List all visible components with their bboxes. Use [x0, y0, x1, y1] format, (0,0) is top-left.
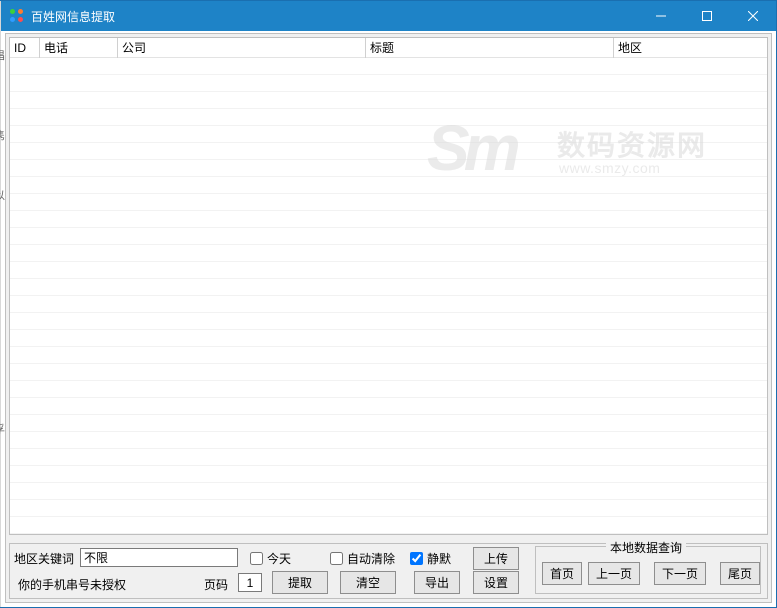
export-button[interactable]: 导出	[414, 571, 460, 594]
table-row	[10, 313, 767, 330]
table-row	[10, 381, 767, 398]
page-input[interactable]	[238, 573, 262, 592]
region-keyword-input[interactable]	[80, 548, 238, 567]
clear-button[interactable]: 清空	[340, 571, 396, 594]
close-button[interactable]	[730, 1, 776, 31]
today-checkbox-input[interactable]	[250, 552, 263, 565]
last-page-button[interactable]: 尾页	[720, 562, 760, 585]
pager-title: 本地数据查询	[606, 539, 686, 556]
table-row	[10, 415, 767, 432]
table-row	[10, 432, 767, 449]
col-company[interactable]: 公司	[118, 38, 366, 58]
table-row	[10, 262, 767, 279]
table-row	[10, 347, 767, 364]
table-row	[10, 109, 767, 126]
next-page-button[interactable]: 下一页	[654, 562, 706, 585]
upload-button[interactable]: 上传	[473, 547, 519, 570]
table-row	[10, 364, 767, 381]
page-label: 页码	[204, 576, 228, 593]
table-row	[10, 211, 767, 228]
col-region[interactable]: 地区	[614, 38, 767, 58]
minimize-button[interactable]	[638, 1, 684, 31]
col-id[interactable]: ID	[10, 38, 40, 58]
silent-checkbox-input[interactable]	[410, 552, 423, 565]
table-row	[10, 143, 767, 160]
app-window: 倡 隽 以 g 孚 百姓网信息提取 ID 电话 公司 标题 地区	[0, 0, 777, 608]
table-row	[10, 58, 767, 75]
bottom-panel: 地区关键词 你的手机串号未授权 页码 今天 自动清除 静默 提取 清空 上传 导…	[9, 543, 768, 599]
table-row	[10, 279, 767, 296]
results-table[interactable]: ID 电话 公司 标题 地区	[9, 37, 768, 535]
table-row	[10, 398, 767, 415]
minimize-icon	[656, 11, 666, 21]
today-checkbox-label: 今天	[267, 550, 291, 567]
auth-status-text: 你的手机串号未授权	[18, 576, 126, 593]
table-row	[10, 177, 767, 194]
title-bar[interactable]: 百姓网信息提取	[1, 1, 776, 31]
col-phone[interactable]: 电话	[40, 38, 118, 58]
autoclear-checkbox-label: 自动清除	[347, 550, 395, 567]
close-icon	[748, 11, 758, 21]
table-row	[10, 483, 767, 500]
region-keyword-label: 地区关键词	[14, 550, 74, 567]
autoclear-checkbox[interactable]: 自动清除	[330, 550, 395, 566]
table-row	[10, 126, 767, 143]
left-background-stub: 倡 隽 以 g 孚	[0, 1, 1, 607]
table-row	[10, 92, 767, 109]
silent-checkbox-label: 静默	[427, 550, 451, 567]
table-row	[10, 330, 767, 347]
table-row	[10, 228, 767, 245]
table-row	[10, 466, 767, 483]
pager-group: 本地数据查询 首页 上一页 下一页 尾页	[535, 546, 761, 594]
table-row	[10, 517, 767, 534]
col-title[interactable]: 标题	[366, 38, 614, 58]
client-area: ID 电话 公司 标题 地区	[5, 33, 772, 603]
today-checkbox[interactable]: 今天	[250, 550, 291, 566]
table-header: ID 电话 公司 标题 地区	[10, 38, 767, 58]
first-page-button[interactable]: 首页	[542, 562, 582, 585]
maximize-icon	[702, 11, 712, 21]
prev-page-button[interactable]: 上一页	[588, 562, 640, 585]
silent-checkbox[interactable]: 静默	[410, 550, 451, 566]
table-row	[10, 160, 767, 177]
table-row	[10, 245, 767, 262]
table-row	[10, 194, 767, 211]
table-body	[10, 58, 767, 534]
table-row	[10, 296, 767, 313]
settings-button[interactable]: 设置	[473, 571, 519, 594]
maximize-button[interactable]	[684, 1, 730, 31]
app-icon	[9, 8, 25, 24]
window-title: 百姓网信息提取	[31, 8, 115, 25]
autoclear-checkbox-input[interactable]	[330, 552, 343, 565]
extract-button[interactable]: 提取	[272, 571, 328, 594]
table-row	[10, 500, 767, 517]
table-row	[10, 75, 767, 92]
table-row	[10, 449, 767, 466]
